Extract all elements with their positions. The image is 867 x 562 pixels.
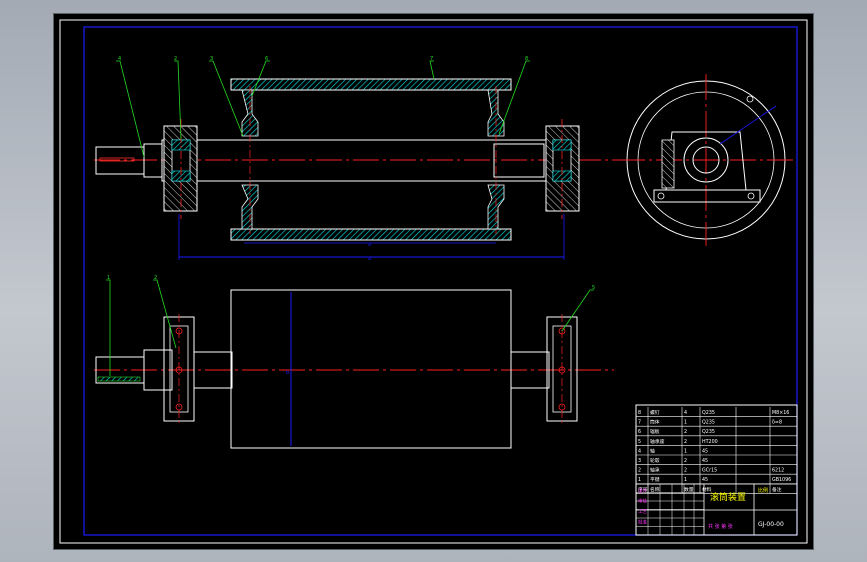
inner-border [83,26,798,536]
parts-cell: Q235 [702,410,715,416]
balloon-7: 7 [430,56,433,62]
plan-drum-body [230,289,512,449]
drum-shell-top [230,78,512,91]
parts-cell: 轴承座 [650,438,665,445]
parts-cell: 平键 [650,476,660,483]
cad-drawing: a a 4 2 3 6 7 8 b 1 2 5 8 螺钉 4 Q235 M8×1… [59,19,808,544]
sheet-label: 共 张 第 张 [708,523,733,530]
parts-cell: 轮毂 [650,457,660,464]
drawing-title: 滚筒装置 [710,491,746,503]
parts-cell: Q235 [702,429,715,435]
parts-cell: HT200 [702,439,718,445]
parts-cell: 6 [638,429,641,435]
parts-cell: M8×16 [772,410,789,416]
parts-cell: 2 [684,458,687,464]
parts-cell: GCr15 [702,468,717,474]
sign-grid: 设计审核工艺批准 [636,483,704,535]
parts-cell: 辐板 [650,428,660,435]
shaft-key-end [95,146,145,175]
balloon-6: 6 [265,56,268,62]
balloon-3: 3 [210,56,213,62]
parts-cell: 4 [684,410,687,416]
balloon-2-plan: 2 [154,275,157,281]
dim-text-width: b [286,370,289,376]
parts-header-cell: 材料 [702,486,712,493]
plan-view: b 1 2 5 [94,275,614,449]
parts-cell: 轴承 [650,467,660,474]
scale-label: 比例 [758,487,768,494]
parts-cell: 6212 [772,468,784,474]
shaft-body [161,139,551,182]
parts-cell: 1 [684,477,687,483]
shaft-step-right [493,143,545,178]
sign-row-label: 工艺 [638,509,647,515]
parts-cell: 螺钉 [650,409,660,416]
parts-cell: 2 [684,439,687,445]
parts-cell: 1 [684,420,687,426]
parts-cell: 3 [638,458,641,464]
parts-cell: δ=8 [772,420,782,426]
parts-header-cell: 数量 [684,486,694,493]
parts-cell: 2 [684,468,687,474]
drum-shell-bottom [230,228,512,241]
side-view [619,74,794,246]
parts-cell: 轴 [650,447,655,454]
front-view: a a 4 2 3 6 7 8 [94,56,639,262]
parts-cell: 2 [684,429,687,435]
balloon-8: 8 [525,56,528,62]
sign-row-label: 批准 [638,519,647,526]
parts-cell: 45 [702,477,708,483]
parts-cell: 5 [638,439,641,445]
parts-cell: 7 [638,420,641,426]
side-bearing-base [653,189,761,203]
parts-cell: 筒体 [650,419,660,426]
sign-row-label: 设计 [638,487,647,494]
parts-cell: 45 [702,448,708,454]
right-bearing-housing [545,119,580,219]
drawing-number: GJ-00-00 [758,521,784,528]
parts-header-cell: 备注 [772,486,782,493]
parts-cell: 1 [684,448,687,454]
dim-text-length-outer: a [368,256,371,262]
parts-cell: GB1096 [772,477,791,483]
parts-cell: 2 [638,468,641,474]
balloon-1: 1 [107,275,110,281]
parts-list: 8 螺钉 4 Q235 M8×16 7 筒体 1 Q235 δ=8 6 辐板 2 Q235 5 轴承座 2 HT2… [636,407,797,494]
parts-cell: 1 [638,477,641,483]
cad-viewport[interactable]: a a 4 2 3 6 7 8 b 1 2 5 8 螺钉 4 Q235 M8×1… [54,14,813,549]
balloon-5: 5 [592,285,595,291]
balloon-4: 4 [118,56,121,62]
shaft-step-left [143,143,163,178]
balloon-2-front: 2 [174,56,177,62]
sign-row-label: 审核 [638,498,647,505]
title-block: 8 螺钉 4 Q235 M8×16 7 筒体 1 Q235 δ=8 6 辐板 2 Q235 5 轴承座 2 HT2… [635,404,798,536]
parts-cell: Q235 [702,420,715,426]
parts-cell: 45 [702,458,708,464]
dim-text-length-inner: a [368,242,371,248]
keyway [99,157,135,162]
parts-cell: 4 [638,448,641,454]
parts-cell: 8 [638,410,641,416]
parts-header-cell: 名称 [650,486,660,493]
